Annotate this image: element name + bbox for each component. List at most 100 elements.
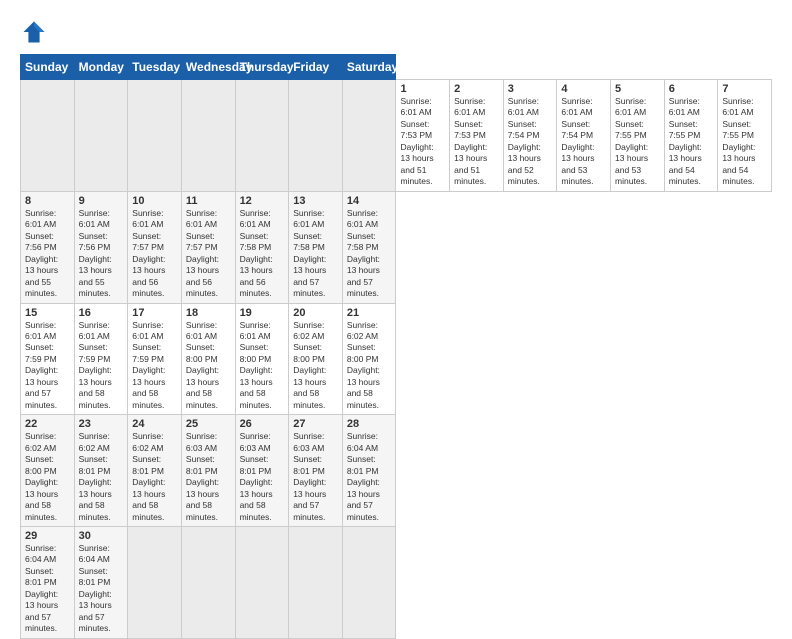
- day-number: 19: [240, 307, 285, 319]
- day-info: Sunrise: 6:01 AMSunset: 7:56 PMDaylight:…: [25, 208, 70, 300]
- day-info: Sunrise: 6:04 AMSunset: 8:01 PMDaylight:…: [25, 543, 70, 635]
- day-number: 26: [240, 418, 285, 430]
- day-number: 16: [79, 307, 124, 319]
- calendar-cell: 18Sunrise: 6:01 AMSunset: 8:00 PMDayligh…: [181, 303, 235, 415]
- day-number: 24: [132, 418, 177, 430]
- day-number: 18: [186, 307, 231, 319]
- calendar-cell: 8Sunrise: 6:01 AMSunset: 7:56 PMDaylight…: [21, 191, 75, 303]
- calendar-cell: 9Sunrise: 6:01 AMSunset: 7:56 PMDaylight…: [74, 191, 128, 303]
- calendar-cell: 7Sunrise: 6:01 AMSunset: 7:55 PMDaylight…: [718, 80, 772, 192]
- calendar-cell: [74, 80, 128, 192]
- calendar-cell: 27Sunrise: 6:03 AMSunset: 8:01 PMDayligh…: [289, 415, 343, 527]
- calendar-header-tuesday: Tuesday: [128, 55, 182, 80]
- day-info: Sunrise: 6:03 AMSunset: 8:01 PMDaylight:…: [293, 431, 338, 523]
- calendar-cell: 2Sunrise: 6:01 AMSunset: 7:53 PMDaylight…: [450, 80, 504, 192]
- calendar-cell: 28Sunrise: 6:04 AMSunset: 8:01 PMDayligh…: [342, 415, 396, 527]
- page: SundayMondayTuesdayWednesdayThursdayFrid…: [0, 0, 792, 612]
- day-info: Sunrise: 6:01 AMSunset: 7:54 PMDaylight:…: [561, 96, 606, 188]
- calendar-cell: 12Sunrise: 6:01 AMSunset: 7:58 PMDayligh…: [235, 191, 289, 303]
- calendar-week-row: 29Sunrise: 6:04 AMSunset: 8:01 PMDayligh…: [21, 527, 772, 639]
- day-number: 27: [293, 418, 338, 430]
- day-info: Sunrise: 6:01 AMSunset: 7:57 PMDaylight:…: [132, 208, 177, 300]
- calendar-cell: 20Sunrise: 6:02 AMSunset: 8:00 PMDayligh…: [289, 303, 343, 415]
- day-number: 17: [132, 307, 177, 319]
- header: [20, 18, 772, 46]
- day-info: Sunrise: 6:01 AMSunset: 7:55 PMDaylight:…: [615, 96, 660, 188]
- calendar-cell: [289, 527, 343, 639]
- calendar-cell: 19Sunrise: 6:01 AMSunset: 8:00 PMDayligh…: [235, 303, 289, 415]
- day-info: Sunrise: 6:01 AMSunset: 8:00 PMDaylight:…: [240, 320, 285, 412]
- day-number: 25: [186, 418, 231, 430]
- day-number: 29: [25, 530, 70, 542]
- day-number: 3: [508, 83, 553, 95]
- calendar-week-row: 22Sunrise: 6:02 AMSunset: 8:00 PMDayligh…: [21, 415, 772, 527]
- calendar-cell: 26Sunrise: 6:03 AMSunset: 8:01 PMDayligh…: [235, 415, 289, 527]
- day-number: 2: [454, 83, 499, 95]
- calendar-header-monday: Monday: [74, 55, 128, 80]
- day-info: Sunrise: 6:02 AMSunset: 8:00 PMDaylight:…: [25, 431, 70, 523]
- day-info: Sunrise: 6:01 AMSunset: 7:58 PMDaylight:…: [347, 208, 392, 300]
- day-info: Sunrise: 6:01 AMSunset: 7:59 PMDaylight:…: [79, 320, 124, 412]
- calendar-cell: 15Sunrise: 6:01 AMSunset: 7:59 PMDayligh…: [21, 303, 75, 415]
- day-number: 7: [722, 83, 767, 95]
- calendar-header-saturday: Saturday: [342, 55, 396, 80]
- logo: [20, 18, 52, 46]
- calendar-cell: [181, 527, 235, 639]
- day-info: Sunrise: 6:02 AMSunset: 8:00 PMDaylight:…: [347, 320, 392, 412]
- calendar-cell: 4Sunrise: 6:01 AMSunset: 7:54 PMDaylight…: [557, 80, 611, 192]
- day-number: 20: [293, 307, 338, 319]
- day-number: 10: [132, 195, 177, 207]
- day-info: Sunrise: 6:01 AMSunset: 7:56 PMDaylight:…: [79, 208, 124, 300]
- calendar-cell: 13Sunrise: 6:01 AMSunset: 7:58 PMDayligh…: [289, 191, 343, 303]
- day-number: 12: [240, 195, 285, 207]
- day-number: 13: [293, 195, 338, 207]
- day-number: 8: [25, 195, 70, 207]
- calendar-cell: 24Sunrise: 6:02 AMSunset: 8:01 PMDayligh…: [128, 415, 182, 527]
- calendar-week-row: 8Sunrise: 6:01 AMSunset: 7:56 PMDaylight…: [21, 191, 772, 303]
- day-info: Sunrise: 6:02 AMSunset: 8:00 PMDaylight:…: [293, 320, 338, 412]
- calendar-cell: 6Sunrise: 6:01 AMSunset: 7:55 PMDaylight…: [664, 80, 718, 192]
- calendar-cell: 25Sunrise: 6:03 AMSunset: 8:01 PMDayligh…: [181, 415, 235, 527]
- calendar-table: SundayMondayTuesdayWednesdayThursdayFrid…: [20, 54, 772, 639]
- calendar-cell: 22Sunrise: 6:02 AMSunset: 8:00 PMDayligh…: [21, 415, 75, 527]
- calendar-cell: 29Sunrise: 6:04 AMSunset: 8:01 PMDayligh…: [21, 527, 75, 639]
- calendar-cell: 23Sunrise: 6:02 AMSunset: 8:01 PMDayligh…: [74, 415, 128, 527]
- day-info: Sunrise: 6:01 AMSunset: 7:59 PMDaylight:…: [132, 320, 177, 412]
- day-number: 21: [347, 307, 392, 319]
- calendar-cell: [128, 80, 182, 192]
- day-info: Sunrise: 6:01 AMSunset: 7:54 PMDaylight:…: [508, 96, 553, 188]
- day-number: 22: [25, 418, 70, 430]
- day-info: Sunrise: 6:04 AMSunset: 8:01 PMDaylight:…: [79, 543, 124, 635]
- calendar-header-sunday: Sunday: [21, 55, 75, 80]
- calendar-cell: 3Sunrise: 6:01 AMSunset: 7:54 PMDaylight…: [503, 80, 557, 192]
- day-info: Sunrise: 6:03 AMSunset: 8:01 PMDaylight:…: [186, 431, 231, 523]
- day-info: Sunrise: 6:01 AMSunset: 7:55 PMDaylight:…: [722, 96, 767, 188]
- calendar-cell: 10Sunrise: 6:01 AMSunset: 7:57 PMDayligh…: [128, 191, 182, 303]
- day-number: 4: [561, 83, 606, 95]
- calendar-cell: [21, 80, 75, 192]
- calendar-cell: [342, 527, 396, 639]
- calendar-cell: [235, 80, 289, 192]
- calendar-week-row: 1Sunrise: 6:01 AMSunset: 7:53 PMDaylight…: [21, 80, 772, 192]
- day-number: 23: [79, 418, 124, 430]
- calendar-cell: 1Sunrise: 6:01 AMSunset: 7:53 PMDaylight…: [396, 80, 450, 192]
- logo-icon: [20, 18, 48, 46]
- day-number: 14: [347, 195, 392, 207]
- calendar-cell: [181, 80, 235, 192]
- day-number: 11: [186, 195, 231, 207]
- calendar-header-wednesday: Wednesday: [181, 55, 235, 80]
- calendar-week-row: 15 Sunrise: 6:01 AMSunset: 7:59 PMDayligh…: [21, 303, 772, 415]
- calendar-header-row: SundayMondayTuesdayWednesdayThursdayFrid…: [21, 55, 772, 80]
- calendar-cell: 30Sunrise: 6:04 AMSunset: 8:01 PMDayligh…: [74, 527, 128, 639]
- day-number: 15: [25, 307, 70, 319]
- day-number: 1: [400, 83, 445, 95]
- day-number: 28: [347, 418, 392, 430]
- day-number: 5: [615, 83, 660, 95]
- calendar-cell: 16Sunrise: 6:01 AMSunset: 7:59 PMDayligh…: [74, 303, 128, 415]
- day-info: Sunrise: 6:01 AMSunset: 8:00 PMDaylight:…: [186, 320, 231, 412]
- day-info: Sunrise: 6:01 AMSunset: 7:53 PMDaylight:…: [400, 96, 445, 188]
- calendar-cell: [128, 527, 182, 639]
- calendar-header-friday: Friday: [289, 55, 343, 80]
- day-number: 6: [669, 83, 714, 95]
- day-info: Sunrise: 6:01 AMSunset: 7:58 PMDaylight:…: [293, 208, 338, 300]
